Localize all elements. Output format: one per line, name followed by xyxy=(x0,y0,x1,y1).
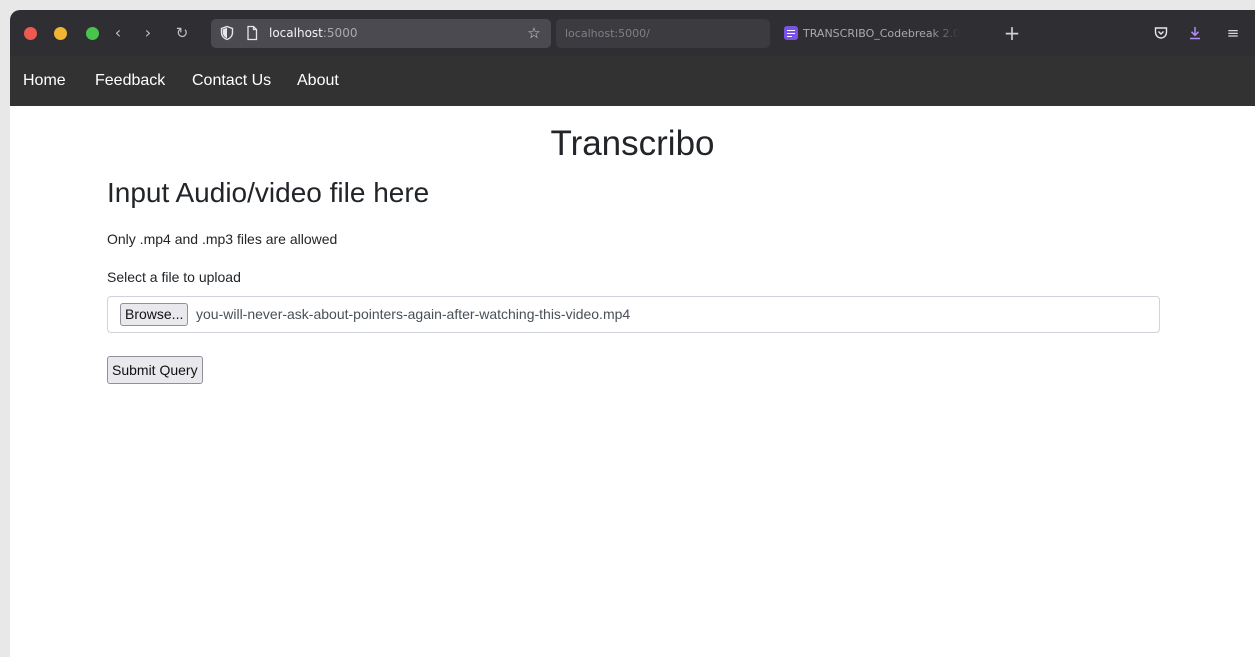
minimize-window-button[interactable] xyxy=(54,27,67,40)
nav-link-feedback[interactable]: Feedback xyxy=(95,56,165,106)
file-input[interactable]: Browse... you-will-never-ask-about-point… xyxy=(107,296,1160,333)
nav-link-home[interactable]: Home xyxy=(23,56,66,106)
tab-localhost[interactable]: localhost:5000/ xyxy=(556,19,770,48)
page-content: Transcribo Input Audio/video file here O… xyxy=(10,106,1255,657)
page-icon xyxy=(247,25,258,41)
reload-icon[interactable]: ↻ xyxy=(170,21,194,45)
select-file-label: Select a file to upload xyxy=(107,269,241,285)
url-bar[interactable]: localhost:5000 ☆ xyxy=(211,19,551,48)
submit-button[interactable]: Submit Query xyxy=(107,356,203,384)
browse-button[interactable]: Browse... xyxy=(120,303,189,326)
star-icon[interactable]: ☆ xyxy=(525,24,543,42)
hamburger-menu-icon[interactable]: ≡ xyxy=(1222,22,1244,44)
chevron-left-icon[interactable]: ‹ xyxy=(106,21,130,45)
selected-file-name: you-will-never-ask-about-pointers-again-… xyxy=(196,306,631,322)
download-icon[interactable] xyxy=(1184,22,1206,44)
tab-label: TRANSCRIBO_Codebreak 2.0 xyxy=(803,27,961,40)
tab-transcribo[interactable]: TRANSCRIBO_Codebreak 2.0 xyxy=(775,19,988,48)
maximize-window-button[interactable] xyxy=(86,27,99,40)
url-text[interactable]: localhost:5000 xyxy=(269,19,357,48)
pocket-icon[interactable] xyxy=(1150,22,1172,44)
browser-toolbar: ‹ › ↻ localhost:5000 ☆ localhost:5000/ T… xyxy=(10,10,1255,56)
browser-window: ‹ › ↻ localhost:5000 ☆ localhost:5000/ T… xyxy=(10,10,1255,657)
file-type-note: Only .mp4 and .mp3 files are allowed xyxy=(107,231,338,247)
close-window-button[interactable] xyxy=(24,27,37,40)
page-title: Transcribo xyxy=(550,124,715,163)
new-tab-icon[interactable]: + xyxy=(1000,21,1024,45)
nav-link-contact-us[interactable]: Contact Us xyxy=(192,56,271,106)
site-navbar: Home Feedback Contact Us About xyxy=(10,56,1255,106)
document-icon xyxy=(784,26,798,40)
chevron-right-icon[interactable]: › xyxy=(136,21,160,45)
shield-icon[interactable] xyxy=(219,25,235,41)
tab-label: localhost:5000/ xyxy=(565,27,650,40)
upload-heading: Input Audio/video file here xyxy=(107,177,430,208)
nav-link-about[interactable]: About xyxy=(297,56,339,106)
